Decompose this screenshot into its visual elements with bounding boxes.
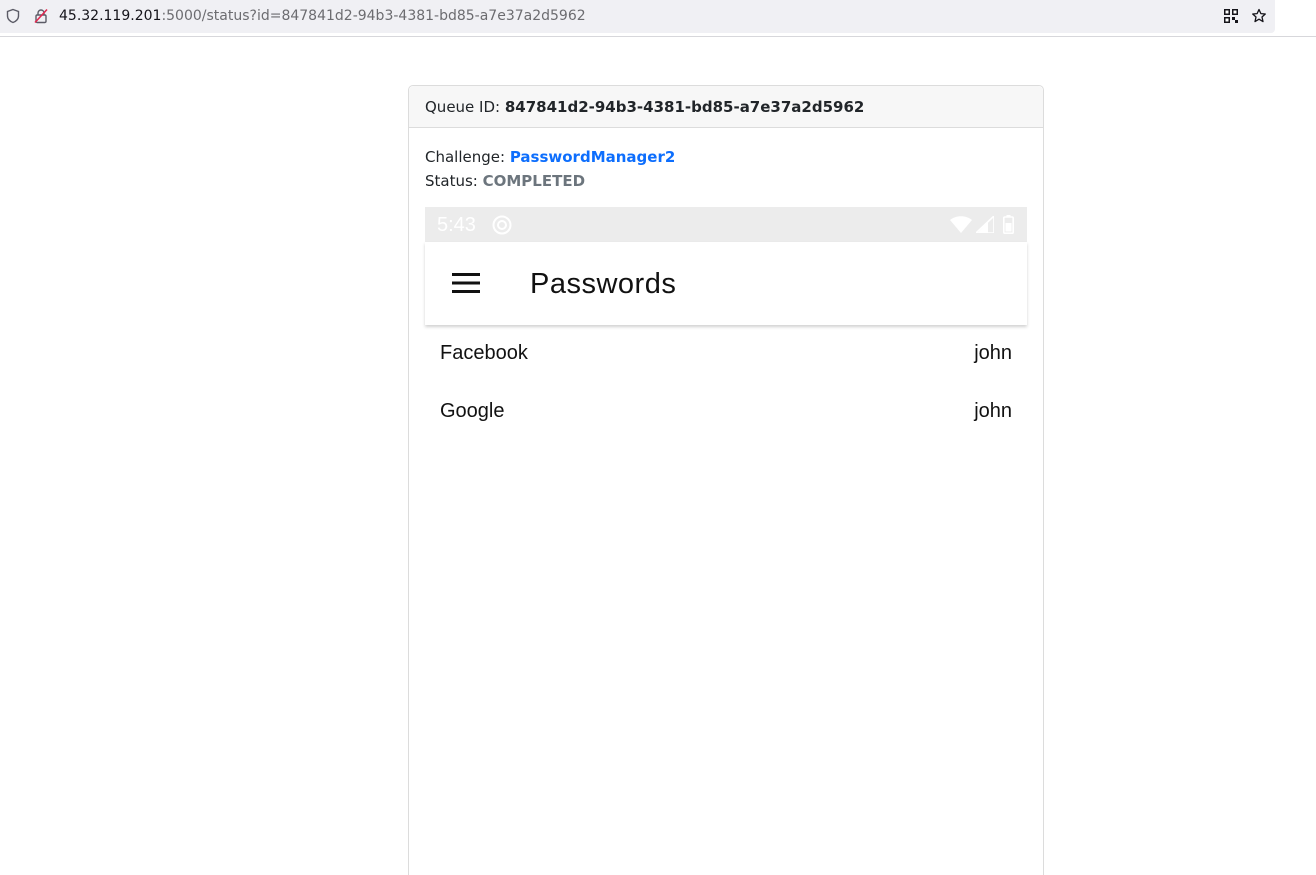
- status-card: Queue ID: 847841d2-94b3-4381-bd85-a7e37a…: [408, 85, 1044, 875]
- app-title: Passwords: [530, 268, 677, 300]
- app-bar: Passwords: [425, 242, 1027, 325]
- card-header: Queue ID: 847841d2-94b3-4381-bd85-a7e37a…: [409, 86, 1043, 128]
- list-item[interactable]: Google john: [425, 383, 1027, 441]
- entry-name: Google: [440, 400, 505, 422]
- bookmark-star-icon[interactable]: [1251, 8, 1267, 24]
- wifi-icon: [950, 216, 972, 233]
- signal-icon: [976, 216, 994, 233]
- status-badge: COMPLETED: [482, 172, 586, 190]
- password-list: Facebook john Google john: [425, 325, 1027, 441]
- challenge-line: Challenge: PasswordManager2: [425, 145, 1027, 169]
- status-line: Status: COMPLETED: [425, 169, 1027, 193]
- card-body: Challenge: PasswordManager2 Status: COMP…: [409, 128, 1043, 193]
- phone-clock: 5:43: [437, 214, 476, 236]
- status-label: Status:: [425, 172, 483, 190]
- queue-id-label: Queue ID:: [425, 98, 505, 116]
- entry-name: Facebook: [440, 342, 528, 364]
- challenge-link[interactable]: PasswordManager2: [510, 148, 675, 166]
- list-item[interactable]: Facebook john: [425, 325, 1027, 383]
- phone-screenshot: 5:43 Passwords Facebook john Google john: [425, 207, 1027, 867]
- entry-user: john: [974, 342, 1012, 364]
- browser-toolbar: 45.32.119.201:5000/status?id=847841d2-94…: [0, 0, 1316, 37]
- shield-icon[interactable]: [5, 8, 21, 24]
- phone-status-bar: 5:43: [425, 207, 1027, 242]
- queue-id-value: 847841d2-94b3-4381-bd85-a7e37a2d5962: [504, 98, 865, 116]
- battery-icon: [1003, 215, 1014, 234]
- insecure-lock-icon[interactable]: [33, 8, 49, 24]
- challenge-label: Challenge:: [425, 148, 510, 166]
- entry-user: john: [974, 400, 1012, 422]
- sync-icon: [492, 215, 512, 235]
- url-bar[interactable]: 45.32.119.201:5000/status?id=847841d2-94…: [0, 0, 1275, 33]
- qr-code-icon[interactable]: [1223, 8, 1239, 24]
- url-host: 45.32.119.201: [59, 8, 162, 24]
- hamburger-menu-icon[interactable]: [451, 271, 481, 295]
- url-path: :5000/status?id=847841d2-94b3-4381-bd85-…: [161, 8, 586, 24]
- url-text[interactable]: 45.32.119.201:5000/status?id=847841d2-94…: [59, 8, 586, 25]
